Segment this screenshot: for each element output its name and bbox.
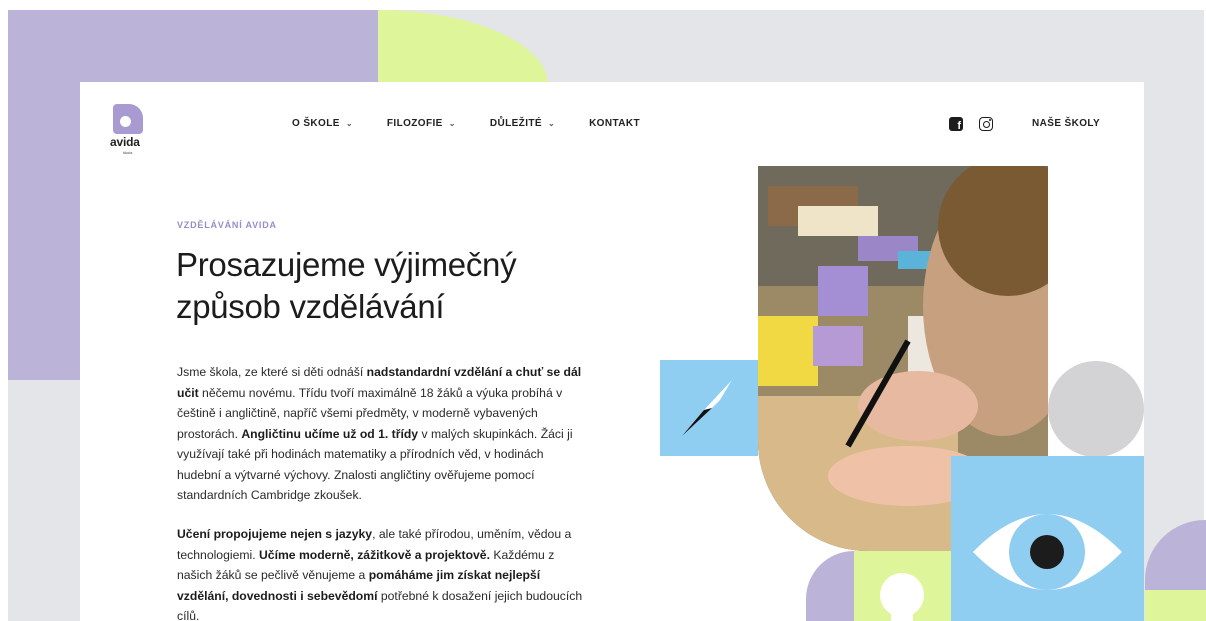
- main-nav: O ŠKOLE ⌄ FILOZOFIE ⌄ DŮLEŽITÉ ⌄ KONTAKT: [292, 118, 674, 129]
- nav-item-kontakt[interactable]: KONTAKT: [589, 118, 640, 129]
- intro-paragraph: Jsme škola, ze které si děti odnáší nads…: [177, 362, 587, 506]
- text-segment-bold: Učení propojujeme nejen s jazyky: [177, 527, 373, 541]
- logo[interactable]: avida škola: [110, 104, 148, 155]
- chevron-down-icon: ⌄: [345, 119, 353, 128]
- background-lime-corner: [1145, 590, 1206, 621]
- nav-item-dulezite[interactable]: DŮLEŽITÉ ⌄: [490, 118, 555, 129]
- chevron-down-icon: ⌄: [547, 119, 556, 128]
- nav-label: KONTAKT: [589, 118, 641, 129]
- nav-item-o-skole[interactable]: O ŠKOLE ⌄: [292, 118, 353, 129]
- keyhole-shape: [880, 573, 924, 621]
- second-paragraph: Učení propojujeme nejen s jazyky, ale ta…: [177, 524, 587, 621]
- instagram-icon[interactable]: [979, 117, 993, 131]
- facebook-icon[interactable]: f: [949, 117, 963, 132]
- page-title: Prosazujeme výjimečný způsob vzdělávání: [176, 246, 517, 325]
- keyhole-tile: [854, 551, 951, 621]
- our-schools-link[interactable]: NAŠE ŠKOLY: [1032, 118, 1100, 129]
- logo-mark-icon: [113, 104, 143, 134]
- text-segment-bold: Učíme moderně, zážitkově a projektově.: [258, 547, 490, 562]
- logo-text: avida: [110, 135, 140, 149]
- eye-tile: [951, 456, 1144, 621]
- circle-shape: [1048, 361, 1144, 457]
- purple-quarter-shape: [806, 551, 854, 621]
- text-segment-bold: Angličtinu učíme už od 1. třídy: [241, 426, 419, 441]
- compass-tile: [660, 360, 758, 456]
- logo-subtext: škola: [123, 150, 133, 155]
- section-eyebrow: VZDĚLÁVÁNÍ AVIDA: [177, 220, 277, 230]
- text-segment: Jsme škola, ze které si děti odnáší: [177, 365, 367, 379]
- main-card: avida škola O ŠKOLE ⌄ FILOZOFIE ⌄ DŮLEŽI…: [80, 82, 1144, 621]
- eye-icon: [973, 514, 1122, 590]
- compass-icon: [682, 380, 732, 436]
- social-links: f: [949, 117, 993, 132]
- nav-label: DŮLEŽITÉ: [489, 118, 542, 129]
- nav-item-filozofie[interactable]: FILOZOFIE ⌄: [387, 118, 456, 129]
- nav-label: O ŠKOLE: [292, 118, 340, 129]
- chevron-down-icon: ⌄: [448, 119, 456, 128]
- nav-label: FILOZOFIE: [386, 118, 443, 129]
